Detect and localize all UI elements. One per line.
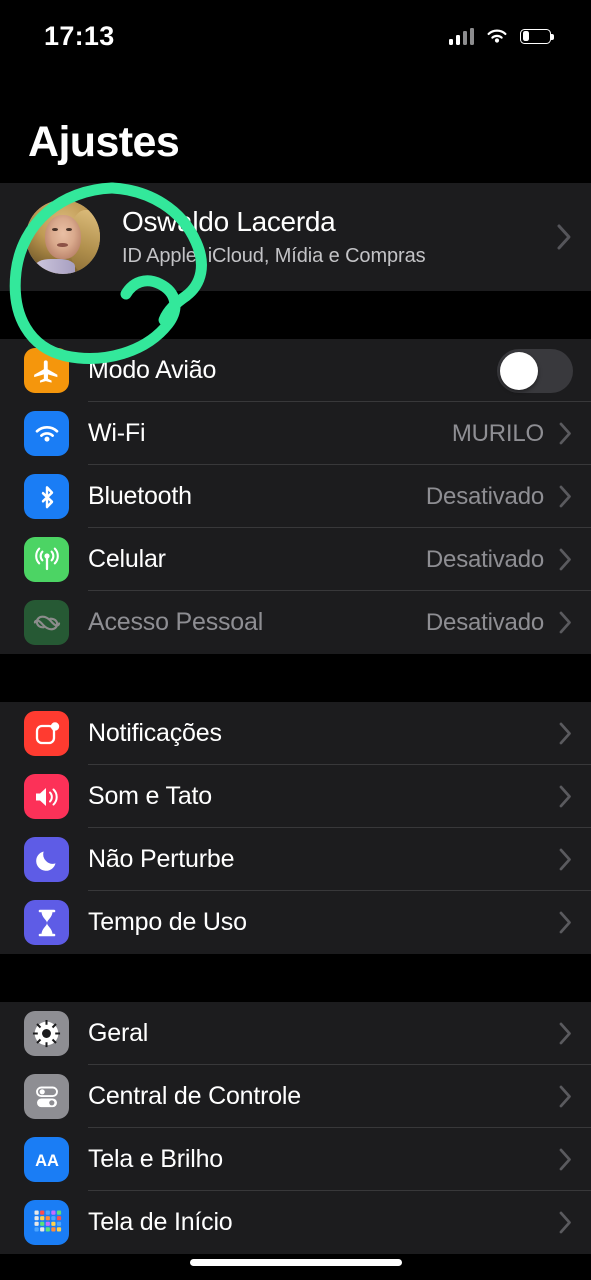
- antenna-icon: [24, 537, 69, 582]
- moon-icon: [24, 837, 69, 882]
- apple-id-profile-row[interactable]: Oswaldo Lacerda ID Apple, iCloud, Mídia …: [0, 183, 591, 291]
- settings-row[interactable]: Notificações: [0, 702, 591, 765]
- settings-list: Modo Avião Wi-Fi MURILO Bluetooth Desativa…: [0, 339, 591, 1254]
- settings-row[interactable]: Geral: [0, 1002, 591, 1065]
- chevron-right-icon: [558, 1021, 573, 1046]
- settings-row-label: Wi-Fi: [88, 419, 146, 447]
- profile-name: Oswaldo Lacerda: [122, 206, 336, 237]
- settings-row-label: Bluetooth: [88, 482, 192, 510]
- home-indicator[interactable]: [189, 1259, 402, 1266]
- settings-row-value: Desativado: [425, 482, 544, 510]
- settings-row[interactable]: Acesso Pessoal Desativado: [0, 591, 591, 654]
- settings-row[interactable]: Celular Desativado: [0, 528, 591, 591]
- settings-row[interactable]: Tempo de Uso: [0, 891, 591, 954]
- settings-group-system: Geral Central de Controle AA Tela e Brilh…: [0, 1002, 591, 1254]
- chevron-right-icon: [558, 610, 573, 635]
- settings-row-label: Central de Controle: [88, 1082, 301, 1110]
- notifications-badge-icon: [24, 711, 69, 756]
- svg-text:AA: AA: [35, 1152, 59, 1170]
- settings-row-label: Celular: [88, 545, 166, 573]
- cellular-signal-icon: [448, 27, 474, 45]
- chevron-right-icon: [558, 421, 573, 446]
- chevron-right-icon: [558, 847, 573, 872]
- speaker-icon: [24, 774, 69, 819]
- chevron-right-icon: [556, 223, 573, 251]
- chevron-right-icon: [558, 910, 573, 935]
- text-size-aa-icon: AA: [24, 1137, 69, 1182]
- settings-row-value: Desativado: [425, 545, 544, 573]
- page-title-container: Ajustes: [0, 72, 591, 183]
- chevron-right-icon: [558, 1084, 573, 1109]
- profile-subtitle: ID Apple, iCloud, Mídia e Compras: [122, 245, 426, 267]
- settings-row[interactable]: Bluetooth Desativado: [0, 465, 591, 528]
- battery-icon: [520, 28, 554, 44]
- section-gap: [0, 954, 591, 1002]
- chevron-right-icon: [558, 1147, 573, 1172]
- settings-row[interactable]: Som e Tato: [0, 765, 591, 828]
- settings-group-notifications: Notificações Som e Tato Não Perturbe Tem…: [0, 702, 591, 954]
- bluetooth-icon: [24, 474, 69, 519]
- wifi-icon: [485, 27, 509, 45]
- settings-row-label: Som e Tato: [88, 782, 213, 810]
- airplane-icon: [24, 348, 69, 393]
- app-grid-icon: [24, 1200, 69, 1245]
- status-bar-indicators: [448, 27, 554, 45]
- wifi-icon: [24, 411, 69, 456]
- settings-row-label: Acesso Pessoal: [88, 608, 264, 636]
- chevron-right-icon: [558, 721, 573, 746]
- avatar: [26, 200, 100, 274]
- settings-row-label: Tela de Início: [88, 1208, 233, 1236]
- settings-row-label: Modo Avião: [88, 356, 217, 384]
- chevron-right-icon: [558, 784, 573, 809]
- settings-row-label: Tempo de Uso: [88, 908, 247, 936]
- settings-row[interactable]: Tela de Início: [0, 1191, 591, 1254]
- settings-group-connectivity: Modo Avião Wi-Fi MURILO Bluetooth Desativa…: [0, 339, 591, 654]
- settings-row-label: Notificações: [88, 719, 222, 747]
- settings-row[interactable]: Central de Controle: [0, 1065, 591, 1128]
- chevron-right-icon: [558, 547, 573, 572]
- settings-row[interactable]: Modo Avião: [0, 339, 591, 402]
- page-title: Ajustes: [28, 118, 180, 166]
- airplane-mode-toggle[interactable]: [497, 348, 573, 393]
- settings-row[interactable]: Wi-Fi MURILO: [0, 402, 591, 465]
- section-gap: [0, 291, 591, 339]
- settings-row[interactable]: AA Tela e Brilho: [0, 1128, 591, 1191]
- settings-row-value: MURILO: [451, 419, 544, 447]
- settings-row-value: Desativado: [425, 608, 544, 636]
- settings-row-label: Não Perturbe: [88, 845, 235, 873]
- settings-row-label: Geral: [88, 1019, 149, 1047]
- chevron-right-icon: [558, 484, 573, 509]
- section-gap: [0, 654, 591, 702]
- link-icon: [24, 600, 69, 645]
- hourglass-icon: [24, 900, 69, 945]
- settings-row[interactable]: Não Perturbe: [0, 828, 591, 891]
- chevron-right-icon: [558, 1210, 573, 1235]
- status-bar-time: 17:13: [44, 20, 115, 51]
- status-bar: 17:13: [0, 0, 591, 72]
- settings-row-label: Tela e Brilho: [88, 1145, 223, 1173]
- gear-icon: [24, 1011, 69, 1056]
- control-toggles-icon: [24, 1074, 69, 1119]
